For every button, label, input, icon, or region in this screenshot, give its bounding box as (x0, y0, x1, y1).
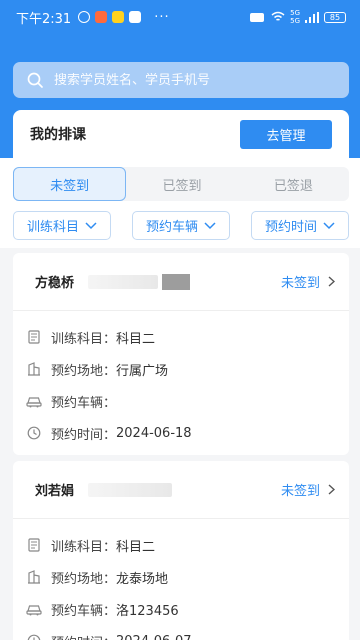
vehicle-filter[interactable]: 预约车辆 (132, 211, 230, 240)
card-details: 训练科目： 科目二 预约场地： 行属广场 预约车辆： 预约时间： 2024-06… (13, 311, 349, 455)
page-title: 我的排课 (30, 127, 86, 143)
filter-area: 未签到 已签到 已签退 训练科目 预约车辆 预约时间 (0, 158, 360, 248)
book-icon (25, 328, 43, 346)
subject-label: 训练科目： (51, 539, 117, 555)
student-name: 方稳桥 (35, 276, 75, 291)
venue-row: 预约场地： 龙泰场地 (25, 561, 349, 593)
filter-label: 预约车辆 (145, 220, 198, 235)
chevron-down-icon (85, 221, 97, 230)
vehicle-row: 预约车辆： 洛123456 (25, 593, 349, 625)
clock-icon (25, 632, 43, 640)
search-icon (27, 72, 44, 89)
app-notification-icon (112, 11, 125, 23)
redacted-phone (88, 274, 159, 289)
battery-icon: 85 (324, 11, 346, 23)
vehicle-label: 预约车辆： (51, 395, 117, 411)
venue-label: 预约场地： (51, 571, 117, 587)
status-link[interactable]: 未签到 (281, 272, 335, 291)
student-name: 刘若娟 (35, 484, 75, 499)
card-header[interactable]: 方稳桥 未签到 (13, 253, 349, 311)
subject-label: 训练科目： (51, 331, 117, 347)
chevron-down-icon (323, 221, 335, 230)
status-link[interactable]: 未签到 (281, 480, 335, 499)
status-tabs: 未签到 已签到 已签退 (13, 167, 349, 201)
vehicle-row: 预约车辆： (25, 385, 349, 417)
app-notification-icon (129, 11, 142, 23)
filter-row: 训练科目 预约车辆 预约时间 (13, 211, 349, 241)
redacted-phone (88, 482, 173, 497)
clock-icon (25, 424, 43, 442)
venue-icon (25, 568, 43, 586)
app-notification-icon (95, 11, 108, 23)
tab-checked-out[interactable]: 已签退 (238, 167, 349, 201)
search-input[interactable] (54, 72, 349, 88)
subject-row: 训练科目： 科目二 (25, 529, 349, 561)
manage-button[interactable]: 去管理 (240, 119, 332, 149)
car-icon (25, 392, 43, 410)
subject-row: 训练科目： 科目二 (25, 321, 349, 353)
subject-value: 科目二 (116, 539, 156, 555)
time-filter[interactable]: 预约时间 (251, 211, 349, 240)
tab-checked-in[interactable]: 已签到 (126, 167, 237, 201)
time-label: 预约时间： (51, 632, 116, 640)
venue-row: 预约场地： 行属广场 (25, 353, 349, 385)
cell-signal-icon (305, 11, 319, 23)
car-icon (25, 600, 43, 618)
chevron-right-icon (328, 484, 335, 495)
status-label: 未签到 (280, 276, 320, 291)
schedule-card[interactable]: 方稳桥 未签到 训练科目： 科目二 预约场地： 行属广场 预约车辆： 预约时间：… (13, 253, 349, 455)
alarm-icon (78, 11, 91, 23)
venue-value: 行属广场 (116, 363, 169, 379)
venue-icon (25, 360, 43, 378)
vehicle-value: 洛123456 (116, 603, 179, 619)
time-row: 预约时间： 2024-06-18 (25, 417, 349, 449)
more-notifications-icon: ··· (154, 9, 170, 25)
time-label: 预约时间： (51, 427, 117, 443)
subject-value: 科目二 (116, 331, 156, 347)
card-header[interactable]: 刘若娟 未签到 (13, 461, 349, 519)
chevron-right-icon (328, 276, 335, 287)
book-icon (25, 536, 43, 554)
network-label: 5G 5G (290, 9, 300, 25)
card-details: 训练科目： 科目二 预约场地： 龙泰场地 预约车辆： 洛123456 预约时间：… (13, 519, 349, 640)
schedule-card[interactable]: 刘若娟 未签到 训练科目： 科目二 预约场地： 龙泰场地 预约车辆： 洛1234… (13, 461, 349, 640)
search-bar[interactable] (13, 62, 349, 98)
time-value: 2024-06-18 (116, 425, 192, 441)
status-label: 未签到 (280, 484, 320, 499)
venue-value: 龙泰场地 (116, 571, 169, 587)
chevron-down-icon (204, 221, 216, 230)
tab-not-checked-in[interactable]: 未签到 (13, 167, 127, 201)
filter-label: 预约时间 (264, 220, 317, 235)
wifi-icon (271, 11, 285, 23)
status-bar: 下午2:31 ··· 5G 5G 85 (0, 0, 360, 34)
time-value: 2024-06-07 (116, 634, 192, 640)
signal-icon (250, 11, 266, 23)
subject-filter[interactable]: 训练科目 (13, 211, 111, 240)
schedule-header: 我的排课 去管理 (13, 110, 349, 158)
venue-label: 预约场地： (51, 363, 117, 379)
time-row: 预约时间： 2024-06-07 (25, 625, 349, 640)
vehicle-label: 预约车辆： (51, 603, 117, 619)
filter-label: 训练科目 (26, 220, 79, 235)
status-time: 下午2:31 (16, 11, 72, 27)
redacted-block (162, 273, 191, 290)
